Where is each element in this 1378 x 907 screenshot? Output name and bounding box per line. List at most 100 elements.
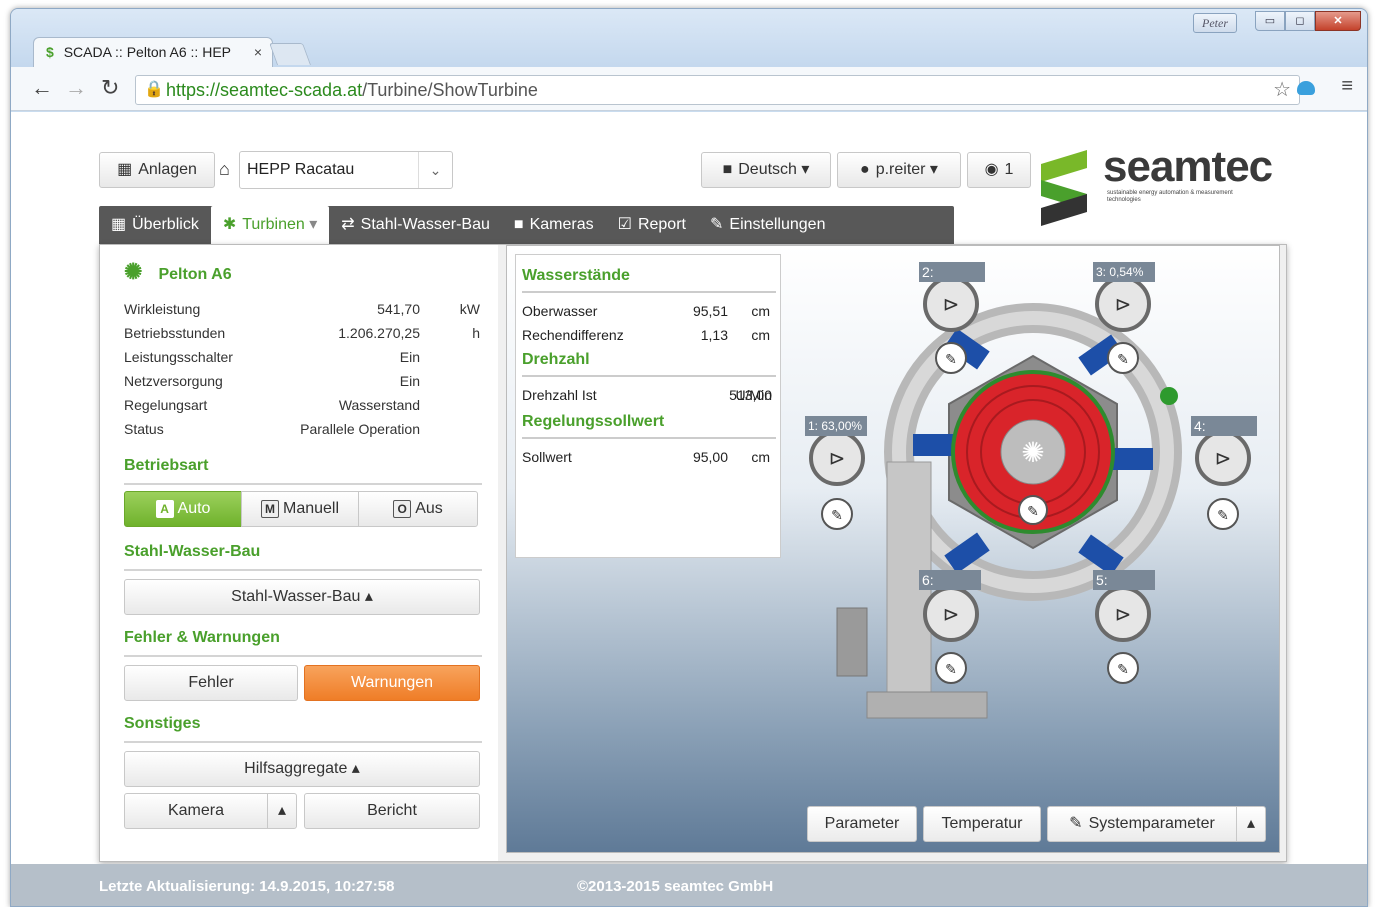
bericht-button[interactable]: Bericht <box>304 793 480 829</box>
browser-menu-icon[interactable]: ≡ <box>1341 75 1353 98</box>
address-bar[interactable]: 🔒 https://seamtec-scada.at/Turbine/ShowT… <box>135 75 1300 105</box>
svg-text:✎: ✎ <box>1117 661 1129 677</box>
blue-connector-1 <box>913 434 955 456</box>
wasserstaende-heading: Wasserstände <box>522 267 776 293</box>
language-label: Deutsch <box>738 161 797 178</box>
regelungssollwert-heading: Regelungssollwert <box>522 413 776 439</box>
user-badge[interactable]: Peter <box>1193 13 1237 33</box>
nozzle-3-label: 3: 0,54% <box>1093 262 1155 282</box>
turbine-header: ✺ Pelton A6 <box>124 259 232 285</box>
svg-text:✎: ✎ <box>1117 351 1129 367</box>
page-content: ▦ Anlagen ⌂ HEPP Racatau ⌄ ■ Deutsch ▾ ● p.… <box>11 112 1367 906</box>
caret-up-icon: ▴ <box>1246 815 1256 832</box>
inlet-flange <box>866 691 988 719</box>
reload-icon[interactable]: ↻ <box>101 75 119 101</box>
maximize-button[interactable]: ◻ <box>1285 11 1315 31</box>
anlagen-button[interactable]: ▦ Anlagen <box>99 152 215 188</box>
nozzle-5[interactable]: ⊳ <box>1095 586 1151 642</box>
wrench-icon[interactable]: ✎ <box>1107 342 1139 374</box>
svg-text:✎: ✎ <box>831 507 843 523</box>
nozzle-4[interactable]: ⊳ <box>1195 430 1251 486</box>
plant-select-value: HEPP Racatau <box>247 161 355 178</box>
wrench-icon[interactable]: ✎ <box>935 652 967 684</box>
turbine-icon: ✺ <box>124 259 143 284</box>
kamera-dropdown-button[interactable]: ▴ <box>267 793 297 829</box>
wrench-icon[interactable]: ✎ <box>935 342 967 374</box>
tab-stahl-wasser-bau[interactable]: ⇄ Stahl-Wasser-Bau <box>329 206 502 244</box>
svg-text:✎: ✎ <box>945 351 957 367</box>
close-window-button[interactable]: ✕ <box>1315 11 1361 31</box>
wrench-icon[interactable]: ✎ <box>1207 498 1239 530</box>
tab-turbinen[interactable]: ✱ Turbinen ▾ <box>210 206 330 244</box>
language-button[interactable]: ■ Deutsch ▾ <box>701 152 831 188</box>
tab-close-icon[interactable]: × <box>254 38 262 66</box>
nozzle-1-label: 1: 63,00% <box>805 416 867 436</box>
minimize-button[interactable]: ▭ <box>1255 11 1285 31</box>
tab-report[interactable]: ☑ Report <box>606 206 698 244</box>
nozzle-1[interactable]: ⊳ <box>809 430 865 486</box>
chevron-down-icon[interactable]: ⌄ <box>418 152 452 188</box>
pelton-turbine-diagram: ✺ ✎ ⊳ ⊳ ⊳ ⊳ ⊳ ⊳ ✎ ✎ ✎ ✎ ✎ ✎ <box>809 276 1251 719</box>
sonstiges-heading: Sonstiges <box>124 715 482 743</box>
user-button[interactable]: ● p.reiter ▾ <box>837 152 961 188</box>
new-tab-button[interactable] <box>268 43 312 65</box>
betriebsart-heading: Betriebsart <box>124 457 482 485</box>
nozzle-2-label: 2: <box>919 262 985 282</box>
tab-ueberblick[interactable]: ▦ Überblick <box>99 206 211 244</box>
auto-mode-button[interactable]: A Auto <box>124 491 242 527</box>
auto-mode-icon: A <box>155 499 174 518</box>
manual-mode-button[interactable]: M Manuell <box>241 491 359 527</box>
cloud-extension-icon[interactable] <box>1297 81 1315 95</box>
off-mode-button[interactable]: O Aus <box>358 491 478 527</box>
wrench-icon[interactable]: ✎ <box>1107 652 1139 684</box>
grid-icon: ▦ <box>111 216 127 233</box>
nozzle-3[interactable]: ⊳ <box>1095 276 1151 332</box>
nozzle-icon: ⊳ <box>943 604 960 626</box>
tab-kameras[interactable]: ■ Kameras <box>502 206 606 244</box>
stahl-wasser-bau-button[interactable]: Stahl-Wasser-Bau ▴ <box>124 579 480 615</box>
tab-label: Überblick <box>132 216 199 233</box>
browser-tab[interactable]: $ SCADA :: Pelton A6 :: HEP × <box>33 37 273 67</box>
tab-einstellungen[interactable]: ✎ Einstellungen <box>698 206 837 244</box>
nozzle-2[interactable]: ⊳ <box>923 276 979 332</box>
forward-arrow-icon[interactable]: → <box>65 75 87 101</box>
nozzle-6[interactable]: ⊳ <box>923 586 979 642</box>
chat-icon: ■ <box>722 161 733 178</box>
seamtec-logo-mark-icon <box>1041 150 1087 226</box>
row-status: Status Parallele Operation <box>124 421 420 437</box>
copyright-text: ©2013-2015 seamtec GmbH <box>577 878 774 895</box>
systemparameter-button[interactable]: ✎ Systemparameter <box>1047 806 1237 842</box>
bookmark-star-icon[interactable]: ☆ <box>1273 76 1291 104</box>
row-sollwert: Sollwert 95,00 cm <box>522 449 770 465</box>
back-arrow-icon[interactable]: ← <box>31 75 53 101</box>
stahl-wasser-bau-heading: Stahl-Wasser-Bau <box>124 543 482 571</box>
temperatur-button[interactable]: Temperatur <box>923 806 1041 842</box>
turbine-visualization-panel: Wasserstände Oberwasser 95,51 cm Rechendif… <box>506 245 1280 853</box>
fehler-button[interactable]: Fehler <box>124 665 298 701</box>
row-netzversorgung: Netzversorgung Ein <box>124 373 420 389</box>
globe-icon: ◉ <box>984 161 999 178</box>
plant-select[interactable]: HEPP Racatau ⌄ <box>239 151 453 189</box>
camera-icon: ■ <box>513 216 524 233</box>
gear-icon: ✱ <box>222 216 237 233</box>
wrench-icon[interactable]: ✎ <box>821 498 853 530</box>
title-bar: Peter ▭ ◻ ✕ $ SCADA :: Pelton A6 :: HEP … <box>11 9 1367 67</box>
fan-icon: ✺ <box>1021 436 1044 469</box>
nozzle-icon: ⊳ <box>829 448 846 470</box>
turbine-name: Pelton A6 <box>158 266 232 283</box>
systemparameter-dropdown-button[interactable]: ▴ <box>1236 806 1266 842</box>
user-label: p.reiter <box>875 161 926 178</box>
turbine-details-panel: ✺ Pelton A6 Wirkleistung 541,70 kW Betriebs… <box>100 245 498 861</box>
row-rechendifferenz: Rechendifferenz 1,13 cm <box>522 327 770 343</box>
logo-text: seamtec <box>1103 142 1273 191</box>
notification-button[interactable]: ◉ 1 <box>967 152 1031 188</box>
tab-title: SCADA :: Pelton A6 :: HEP <box>63 44 231 60</box>
nozzle-icon: ⊳ <box>1215 448 1232 470</box>
browser-toolbar: ← → ↻ 🔒 https://seamtec-scada.at/Turbine… <box>11 67 1367 111</box>
row-wirkleistung: Wirkleistung 541,70 kW <box>124 301 480 317</box>
kamera-button[interactable]: Kamera <box>124 793 268 829</box>
warnungen-button[interactable]: Warnungen <box>304 665 480 701</box>
parameter-button[interactable]: Parameter <box>807 806 917 842</box>
check-icon: ☑ <box>617 216 632 233</box>
hilfsaggregate-button[interactable]: Hilfsaggregate ▴ <box>124 751 480 787</box>
